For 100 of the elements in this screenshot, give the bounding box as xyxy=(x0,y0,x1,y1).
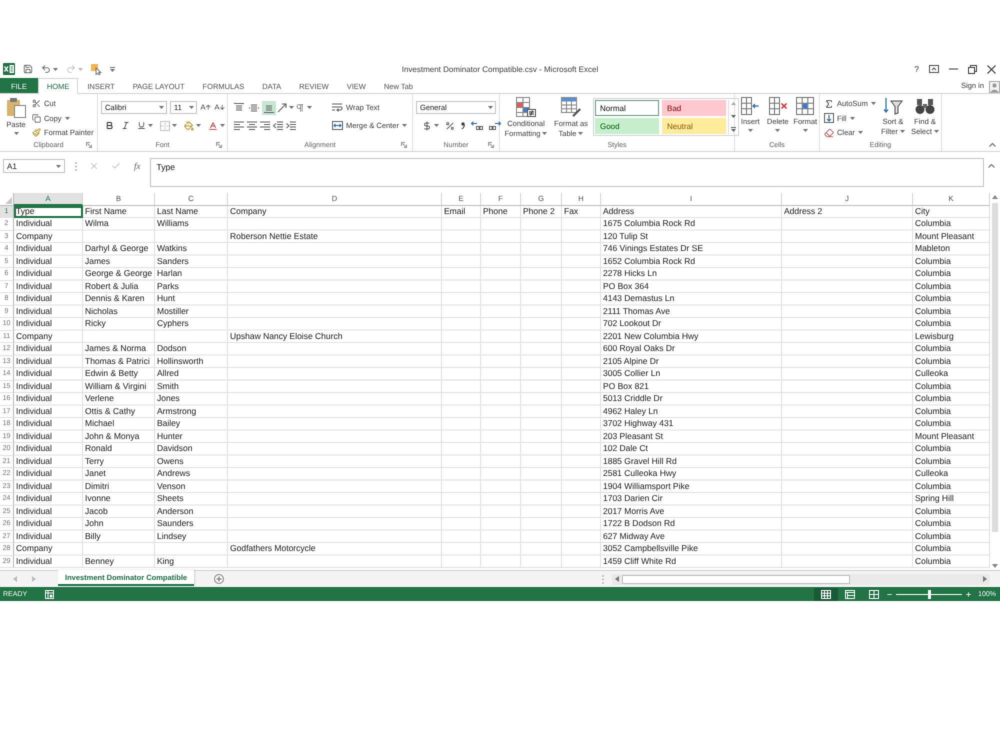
formula-field[interactable]: Type xyxy=(150,158,984,187)
align-middle-icon[interactable] xyxy=(249,102,259,112)
caret-icon xyxy=(542,132,548,136)
undo-icon[interactable] xyxy=(41,64,51,74)
table-cell-text: Individual xyxy=(15,243,53,255)
align-top-icon[interactable] xyxy=(234,102,244,112)
table-cell-text: Individual xyxy=(15,518,53,530)
gallery-more-icon[interactable] xyxy=(731,127,736,132)
table-cell-text: City xyxy=(914,206,931,218)
caret-icon[interactable] xyxy=(220,124,225,127)
save-icon[interactable] xyxy=(23,64,33,74)
table-cell-text: Individual xyxy=(15,280,53,292)
underline-icon[interactable] xyxy=(137,121,146,130)
cell-style-option[interactable]: Bad xyxy=(662,100,726,116)
page-layout-view-icon[interactable] xyxy=(845,590,856,598)
table-cell-text: Ivonne xyxy=(84,493,112,505)
caret-icon xyxy=(189,106,194,109)
page-break-view-icon[interactable] xyxy=(869,590,880,598)
ribbon-display-icon[interactable] xyxy=(929,65,939,73)
name-box[interactable]: A1 xyxy=(3,159,65,173)
spreadsheet-logo-icon[interactable] xyxy=(3,63,15,75)
table-cell-text: John xyxy=(84,518,104,530)
increase-decimal-icon[interactable] xyxy=(471,121,483,130)
dialog-launcher-icon[interactable] xyxy=(488,142,494,148)
percent-icon[interactable] xyxy=(445,120,455,130)
paintbrush-icon xyxy=(32,128,41,137)
table-cell-text: 203 Pleasant St xyxy=(602,430,664,442)
table-cell-text: Mount Pleasant xyxy=(914,430,976,442)
dialog-launcher-icon[interactable] xyxy=(86,142,92,148)
sheet-record-icon[interactable] xyxy=(45,590,54,598)
font-color-icon[interactable] xyxy=(208,120,218,130)
insert-function-button[interactable]: fx xyxy=(133,161,142,171)
dialog-launcher-icon[interactable] xyxy=(401,142,407,148)
table-cell-text: John & Monya xyxy=(84,430,140,443)
diagonal-arrow-icon[interactable] xyxy=(277,102,287,112)
caret-icon[interactable] xyxy=(196,124,201,127)
dollar-icon[interactable] xyxy=(422,120,432,130)
chevron-up-icon[interactable] xyxy=(989,143,996,147)
table-cell-text: 1675 Columbia Rock Rd xyxy=(602,218,696,230)
table-cell-text: James xyxy=(84,256,112,268)
add-sheet-icon[interactable] xyxy=(214,574,224,584)
delete-cells-icon[interactable] xyxy=(768,97,787,115)
cell-style-option[interactable]: Normal xyxy=(595,100,659,116)
normal-view-icon[interactable] xyxy=(814,588,838,600)
insert-cells-icon[interactable] xyxy=(741,97,760,115)
table-cell-text: 5013 Criddle Dr xyxy=(602,393,664,405)
caret-icon[interactable] xyxy=(172,124,177,127)
table-cell-text: Benney xyxy=(84,556,115,568)
dialog-launcher-icon[interactable] xyxy=(216,142,222,148)
table-cell-text: 2105 Alpine Dr xyxy=(602,356,660,368)
help-button[interactable]: ? xyxy=(914,64,919,74)
scroll-left-arrow-icon[interactable] xyxy=(615,576,619,582)
scroll-down-arrow-icon[interactable] xyxy=(992,564,998,568)
table-cell-text: Columbia xyxy=(914,506,952,518)
pointer-icon[interactable] xyxy=(91,64,102,74)
align-right-icon[interactable] xyxy=(260,120,270,130)
comma-style-icon[interactable] xyxy=(461,122,465,129)
scroll-up-arrow-icon[interactable] xyxy=(992,195,998,199)
pilcrow-icon[interactable] xyxy=(295,102,305,112)
minimize-icon[interactable] xyxy=(949,68,958,70)
scroll-down-icon[interactable] xyxy=(731,114,736,118)
caret-icon[interactable] xyxy=(53,68,58,70)
restore-icon[interactable] xyxy=(968,64,977,74)
table-cell-text: Individual xyxy=(15,318,53,330)
caret-icon[interactable] xyxy=(148,124,153,127)
borders-icon[interactable] xyxy=(160,120,170,130)
table-cell-text: Anderson xyxy=(156,506,194,518)
scrollbar-thumb[interactable] xyxy=(992,203,998,532)
zoom-in-icon[interactable] xyxy=(965,590,972,598)
cell-style-option[interactable]: Neutral xyxy=(662,118,726,134)
bold-icon[interactable] xyxy=(105,121,114,130)
italic-icon[interactable] xyxy=(121,121,130,130)
increase-indent-icon[interactable] xyxy=(286,120,296,130)
format-cells-icon[interactable] xyxy=(796,97,814,115)
decrease-decimal-icon[interactable] xyxy=(489,121,501,130)
table-cell-text: Individual xyxy=(15,480,53,492)
table-cell-text: Allred xyxy=(156,368,180,380)
align-left-icon[interactable] xyxy=(234,120,244,130)
caret-icon[interactable] xyxy=(289,106,294,109)
caret-icon[interactable] xyxy=(56,164,61,168)
align-bottom-icon[interactable] xyxy=(262,100,276,114)
cell-style-option[interactable]: Good xyxy=(595,118,659,134)
caret-icon xyxy=(802,128,808,132)
table-cell-text: Hollinsworth xyxy=(156,356,204,368)
caret-icon xyxy=(14,132,18,134)
table-cell-text: Verlene xyxy=(84,393,115,405)
slider-thumb[interactable] xyxy=(928,590,931,598)
table-cell-text: Venson xyxy=(156,480,186,492)
scrollbar-thumb[interactable] xyxy=(622,574,850,584)
table-cell-text: Sanders xyxy=(156,256,190,268)
user-icon[interactable] xyxy=(989,81,1000,93)
chevron-up-icon[interactable] xyxy=(988,164,995,168)
caret-icon[interactable] xyxy=(307,106,312,109)
decrease-indent-icon[interactable] xyxy=(273,120,283,130)
scroll-right-arrow-icon[interactable] xyxy=(983,576,987,582)
customize-caret-icon[interactable] xyxy=(110,66,115,72)
caret-icon[interactable] xyxy=(434,124,439,127)
paint-bucket-icon[interactable] xyxy=(184,120,194,130)
align-center-icon[interactable] xyxy=(247,120,257,130)
close-icon[interactable] xyxy=(987,64,996,74)
